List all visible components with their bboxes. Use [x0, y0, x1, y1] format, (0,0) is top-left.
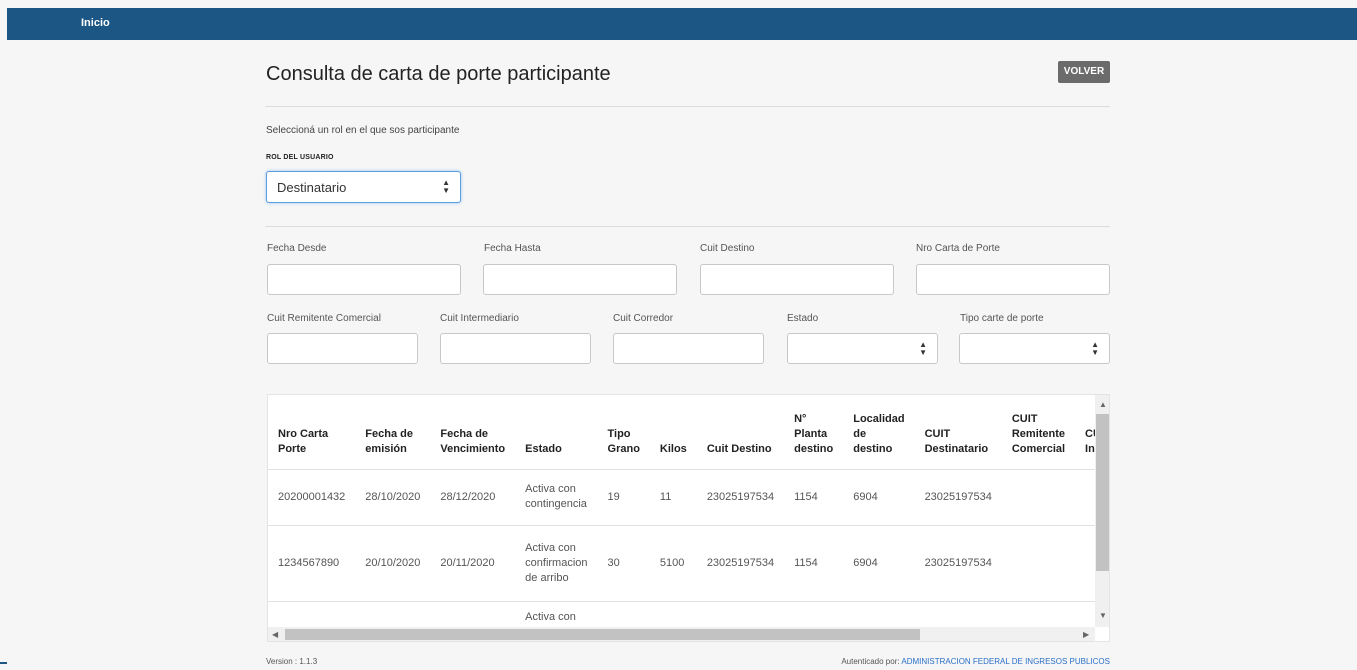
table-cell: 23025197534	[696, 525, 785, 602]
role-select-value: Destinatario	[277, 180, 347, 195]
divider	[265, 226, 1110, 227]
fecha-desde-input[interactable]	[267, 264, 461, 295]
table-cell: 1234567890	[268, 525, 356, 602]
role-select[interactable]: Destinatario ▲ ▼	[266, 171, 461, 203]
col-header[interactable]: Tipo Grano	[597, 395, 650, 470]
nro-carta-input[interactable]	[916, 264, 1110, 295]
table-cell: 30	[597, 525, 650, 602]
role-label: ROL DEL USUARIO	[266, 154, 334, 161]
col-header[interactable]: Cuit Destino	[696, 395, 785, 470]
vertical-scrollbar[interactable]: ▲ ▼	[1095, 395, 1109, 627]
horizontal-scroll-thumb[interactable]	[285, 629, 920, 640]
estado-select[interactable]: ▲ ▼	[787, 333, 938, 364]
nav-home-link[interactable]: Inicio	[81, 17, 110, 29]
cuit-corredor-input[interactable]	[613, 333, 764, 364]
table-cell: 28/12/2020	[430, 469, 516, 526]
back-button[interactable]: VOLVER	[1058, 61, 1110, 83]
table-cell: 11	[649, 469, 697, 526]
version-label: Version : 1.1.3	[266, 657, 318, 666]
col-header[interactable]: Estado	[515, 395, 598, 470]
auth-entity-link[interactable]: ADMINISTRACION FEDERAL DE INGRESOS PUBLI…	[901, 657, 1110, 666]
page-title: Consulta de carta de porte participante	[266, 63, 611, 85]
select-caret-icon: ▲ ▼	[1091, 339, 1099, 357]
col-header[interactable]: Fecha de Vencimiento	[430, 395, 516, 470]
table-cell: Activa con confirmacion de arribo	[515, 525, 598, 602]
table-cell: Activa con contingencia	[515, 469, 598, 526]
results-grid: Nro Carta Porte Fecha de emisión Fecha d…	[267, 394, 1110, 642]
col-header[interactable]: Nro Carta Porte	[268, 395, 356, 470]
table-row[interactable]: 1234567890 20/10/2020 20/11/2020 Activa …	[268, 525, 1109, 602]
cuit-destino-input[interactable]	[700, 264, 894, 295]
table-row[interactable]: 20200001432 28/10/2020 28/12/2020 Activa…	[268, 469, 1109, 526]
horizontal-scrollbar[interactable]: ◀ ▶	[268, 627, 1095, 641]
estado-label: Estado	[787, 313, 819, 324]
table-cell: 20200001432	[268, 469, 356, 526]
scroll-up-icon[interactable]: ▲	[1099, 400, 1107, 410]
table-cell: 19	[597, 469, 650, 526]
cuit-corredor-label: Cuit Corredor	[613, 313, 674, 324]
table-cell: 23025197534	[914, 525, 1002, 602]
auth-prefix: Autenticado por:	[841, 657, 900, 666]
tipo-carta-label: Tipo carte de porte	[960, 313, 1044, 324]
table-cell: 23025197534	[696, 469, 785, 526]
nro-carta-label: Nro Carta de Porte	[916, 243, 1000, 254]
col-header[interactable]: Kilos	[649, 395, 697, 470]
results-table: Nro Carta Porte Fecha de emisión Fecha d…	[268, 395, 1109, 641]
tipo-carta-select[interactable]: ▲ ▼	[959, 333, 1110, 364]
table-cell	[1001, 525, 1076, 602]
table-cell: 5100	[649, 525, 697, 602]
table-cell: 20/11/2020	[430, 525, 516, 602]
cuit-destino-label: Cuit Destino	[700, 243, 755, 254]
col-header[interactable]: Localidad de destino	[843, 395, 915, 470]
scroll-down-icon[interactable]: ▼	[1099, 611, 1107, 621]
scroll-right-icon[interactable]: ▶	[1083, 630, 1089, 640]
col-header[interactable]: Fecha de emisión	[355, 395, 431, 470]
col-header[interactable]: CUIT Destinatario	[914, 395, 1002, 470]
table-cell	[1001, 469, 1076, 526]
role-prompt: Seleccioná un rol en el que sos particip…	[266, 125, 460, 136]
table-cell: 1154	[784, 525, 844, 602]
corner-accent	[0, 662, 7, 664]
auth-footer: Autenticado por: ADMINISTRACION FEDERAL …	[841, 657, 1110, 666]
table-cell: 28/10/2020	[355, 469, 431, 526]
table-cell: 20/10/2020	[355, 525, 431, 602]
cuit-remitente-label: Cuit Remitente Comercial	[267, 313, 381, 324]
fecha-hasta-label: Fecha Hasta	[484, 243, 541, 254]
table-header-row: Nro Carta Porte Fecha de emisión Fecha d…	[268, 395, 1109, 470]
table-cell: 23025197534	[914, 469, 1002, 526]
cuit-intermediario-label: Cuit Intermediario	[440, 313, 519, 324]
table-cell: 6904	[843, 469, 915, 526]
table-cell: 6904	[843, 525, 915, 602]
divider	[265, 106, 1110, 107]
fecha-hasta-input[interactable]	[483, 264, 677, 295]
vertical-scroll-thumb[interactable]	[1096, 414, 1109, 571]
select-caret-icon: ▲ ▼	[919, 339, 927, 357]
select-caret-icon: ▲ ▼	[442, 178, 450, 195]
cuit-intermediario-input[interactable]	[440, 333, 591, 364]
table-cell: 1154	[784, 469, 844, 526]
top-navbar: Inicio	[7, 8, 1357, 40]
col-header[interactable]: CUIT Remitente Comercial	[1001, 395, 1076, 470]
cuit-remitente-input[interactable]	[267, 333, 418, 364]
scroll-left-icon[interactable]: ◀	[272, 630, 278, 640]
fecha-desde-label: Fecha Desde	[267, 243, 327, 254]
col-header[interactable]: N° Planta destino	[784, 395, 844, 470]
